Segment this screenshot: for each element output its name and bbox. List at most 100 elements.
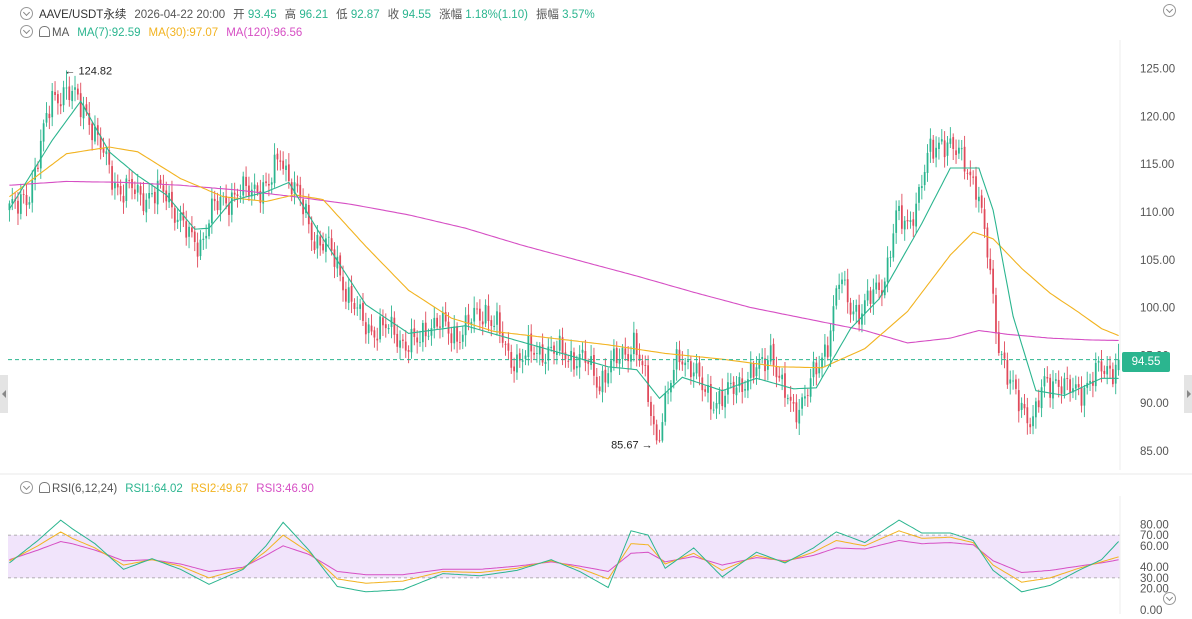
candle-body	[459, 342, 461, 343]
scroll-left-handle[interactable]	[0, 375, 8, 413]
candle-body	[607, 373, 610, 384]
candle-body	[789, 396, 792, 401]
high-label: 高	[284, 9, 297, 21]
candle-body	[330, 238, 333, 251]
ma7-value: MA(7):92.59	[77, 27, 141, 39]
candle-body	[359, 304, 362, 309]
candle-body	[590, 356, 592, 365]
candle-body	[344, 288, 347, 302]
candle-body	[658, 440, 661, 442]
rsi-settings-chevron-icon[interactable]	[1163, 592, 1176, 605]
candle-body	[62, 87, 65, 106]
low-value: 92.87	[350, 9, 380, 21]
candle-body	[1043, 376, 1046, 387]
candle-body	[256, 185, 259, 192]
scroll-right-handle[interactable]	[1184, 375, 1192, 413]
candle-body	[102, 148, 105, 153]
candle-body	[233, 192, 236, 195]
candle-body	[681, 361, 684, 365]
rsi-alert-bell-icon[interactable]	[39, 482, 50, 493]
candle-body	[37, 167, 39, 169]
collapse-chevron-icon[interactable]	[20, 7, 33, 20]
candle-body	[849, 302, 852, 315]
candle-body	[846, 279, 849, 303]
candle-body	[131, 179, 133, 189]
settings-chevron-icon[interactable]	[1163, 4, 1176, 17]
candle-body	[992, 268, 994, 294]
candle-body	[1032, 416, 1034, 427]
candle-body	[581, 349, 584, 353]
candle-body	[25, 195, 28, 206]
candle-body	[775, 366, 778, 378]
candle-body	[450, 333, 453, 344]
candle-body	[704, 389, 707, 392]
candle-body	[484, 304, 487, 324]
candle-body	[918, 187, 920, 203]
candle-body	[593, 355, 595, 376]
candle-body	[196, 242, 199, 257]
candle-body	[866, 290, 869, 301]
candle-body	[54, 91, 56, 95]
candle-body	[533, 352, 535, 355]
low-label: 低	[336, 9, 348, 21]
candle-body	[587, 361, 590, 364]
candle-body	[1040, 387, 1043, 409]
candle-body	[79, 93, 82, 118]
candle-body	[1035, 401, 1037, 418]
candle-body	[516, 354, 518, 373]
candle-body	[672, 369, 675, 384]
candle-body	[191, 227, 193, 233]
candle-body	[199, 239, 202, 257]
candle-body	[356, 307, 359, 309]
candle-body	[51, 91, 54, 118]
candle-body	[461, 334, 464, 342]
price-tick-label: 115.00	[1140, 159, 1174, 171]
candle-body	[122, 195, 125, 203]
candle-body	[1106, 366, 1109, 375]
candle-body	[955, 150, 957, 155]
candle-body	[148, 193, 151, 199]
rsi-band	[8, 535, 1120, 578]
high-annotation: ← 124.82	[64, 65, 112, 77]
candle-body	[364, 322, 367, 335]
rsi-indicator-name: RSI(6,12,24)	[52, 483, 118, 495]
candle-body	[861, 313, 863, 325]
candle-body	[476, 308, 478, 310]
close-label: 收	[387, 9, 400, 21]
candle-body	[801, 397, 803, 409]
candle-body	[236, 194, 239, 197]
candle-body	[421, 323, 424, 343]
candle-body	[128, 180, 131, 181]
candle-body	[664, 393, 667, 422]
alert-bell-icon[interactable]	[39, 26, 50, 37]
candle-body	[895, 210, 898, 233]
candle-body	[920, 186, 923, 188]
ohlc-header: AAVE/USDT永续 2026-04-22 20:00 开 93.45 高 96.2…	[20, 7, 595, 22]
trading-chart[interactable]: 125.00120.00115.00110.00105.00100.0095.0…	[0, 0, 1192, 617]
candle-body	[729, 383, 732, 384]
candle-body	[778, 375, 781, 378]
candle-body	[826, 345, 829, 358]
candle-body	[68, 86, 71, 100]
ma-collapse-chevron-icon[interactable]	[20, 25, 33, 38]
candle-body	[424, 322, 427, 337]
candle-body	[547, 346, 550, 361]
candle-body	[367, 324, 370, 334]
change-label: 涨幅	[439, 9, 463, 21]
candle-body	[282, 160, 285, 169]
candle-body	[1012, 380, 1014, 382]
candle-body	[1077, 384, 1080, 388]
candle-body	[350, 286, 353, 302]
candle-body	[239, 196, 242, 197]
candle-body	[159, 179, 162, 185]
rsi-collapse-chevron-icon[interactable]	[20, 481, 33, 494]
candle-body	[116, 183, 119, 188]
chart-canvas[interactable]: 125.00120.00115.00110.00105.00100.0095.0…	[0, 0, 1192, 617]
candle-body	[382, 317, 384, 326]
candle-body	[1003, 352, 1006, 359]
candle-body	[473, 307, 476, 322]
candle-body	[792, 402, 795, 404]
candle-body	[527, 335, 530, 357]
candle-body	[71, 91, 74, 102]
candle-body	[94, 126, 96, 142]
